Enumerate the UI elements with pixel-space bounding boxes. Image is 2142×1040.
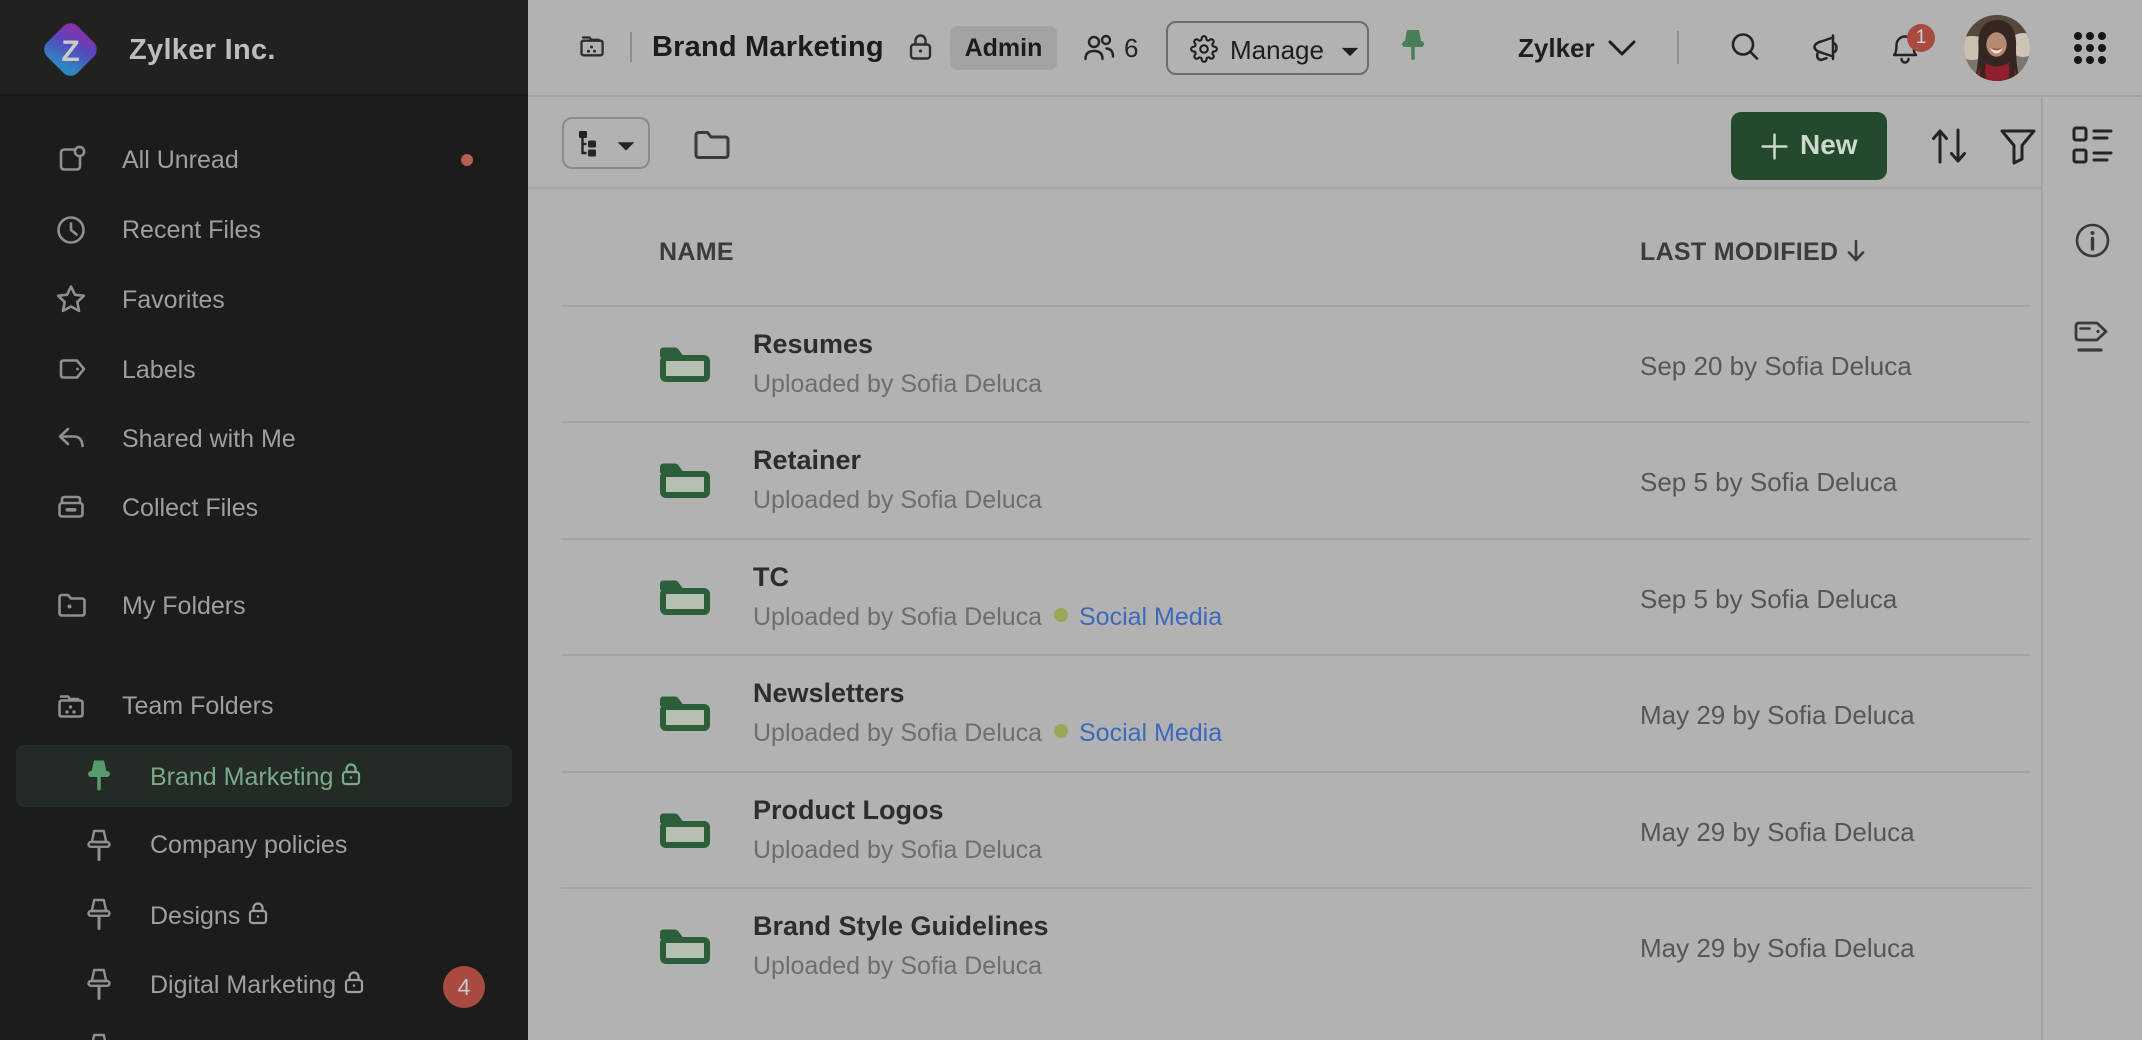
svg-text:Z: Z — [61, 35, 79, 68]
